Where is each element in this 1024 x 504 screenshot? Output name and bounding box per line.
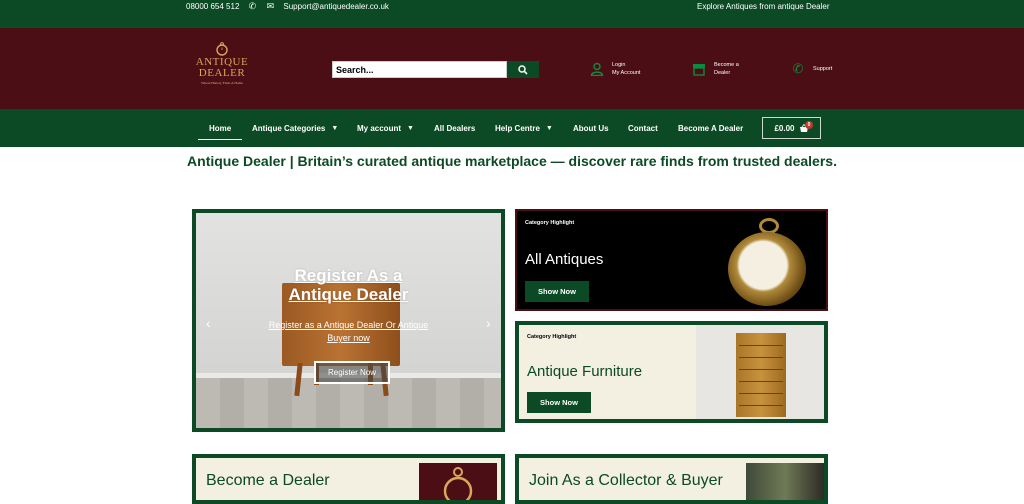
nav-home[interactable]: Home bbox=[197, 109, 243, 147]
pocket-watch-logo-icon bbox=[216, 42, 228, 56]
nav-help-centre[interactable]: Help Centre ▼ bbox=[495, 109, 553, 147]
category-card-antique-furniture: Category Highlight Antique Furniture Sho… bbox=[515, 321, 828, 423]
top-contact: 08000 654 512 ✆ ✉ Support@antiquedealer.… bbox=[186, 0, 389, 12]
phone-support-icon: ✆ bbox=[792, 61, 804, 76]
show-now-button[interactable]: Show Now bbox=[527, 392, 591, 413]
hero-slider: Register As a Antique Dealer Register as… bbox=[192, 209, 505, 432]
nav-all-dealers-label: All Dealers bbox=[434, 123, 476, 133]
card-title: Antique Furniture bbox=[527, 363, 643, 380]
hero-title-line2: Antique Dealer bbox=[288, 285, 409, 304]
nav-home-label: Home bbox=[209, 123, 232, 133]
card-title: Join As a Collector & Buyer bbox=[529, 472, 723, 489]
top-bar: 08000 654 512 ✆ ✉ Support@antiquedealer.… bbox=[0, 0, 1024, 27]
slider-next-icon[interactable]: › bbox=[486, 315, 491, 331]
logo-word-dealer: DEALER bbox=[198, 67, 246, 79]
nav-antique-categories[interactable]: Antique Categories ▼ bbox=[252, 109, 338, 147]
nav-my-account[interactable]: My account ▼ bbox=[357, 109, 414, 147]
show-now-button[interactable]: Show Now bbox=[525, 281, 589, 302]
search-input[interactable] bbox=[332, 61, 507, 78]
envelope-icon: ✉ bbox=[266, 1, 275, 11]
collector-card: Join As a Collector & Buyer bbox=[515, 454, 828, 504]
nav-my-account-label: My account bbox=[357, 123, 402, 133]
nav-about-us-label: About Us bbox=[573, 123, 609, 133]
card-title: All Antiques bbox=[525, 251, 604, 268]
search-bar bbox=[332, 61, 539, 78]
site-logo[interactable]: ANTIQUE DEALER Where History Finds A Hom… bbox=[194, 42, 250, 94]
chevron-down-icon: ▼ bbox=[331, 124, 339, 132]
user-icon bbox=[589, 61, 605, 77]
cart-button[interactable]: £0.00 0 bbox=[762, 117, 821, 139]
nav-become-a-dealer[interactable]: Become A Dealer bbox=[678, 109, 743, 147]
hero-title[interactable]: Register As a Antique Dealer bbox=[196, 266, 501, 304]
top-explore-text: Explore Antiques from antique Dealer bbox=[697, 1, 830, 11]
main-nav: Home Antique Categories ▼ My account ▼ All… bbox=[0, 109, 1024, 147]
login-link[interactable]: Login My Account bbox=[589, 61, 640, 77]
search-icon bbox=[518, 64, 528, 75]
card-title: Become a Dealer bbox=[206, 472, 330, 489]
card-kicker: Category Highlight bbox=[527, 334, 577, 340]
hero-floor-image bbox=[196, 378, 501, 428]
chest-of-drawers-image bbox=[736, 333, 786, 417]
register-now-button[interactable]: Register Now bbox=[314, 361, 390, 384]
become-a-label: Become a bbox=[714, 62, 739, 68]
support-link[interactable]: ✆ Support bbox=[790, 61, 833, 77]
hero-subtitle[interactable]: Register as a Antique Dealer Or Antique … bbox=[256, 319, 441, 345]
nav-contact-label: Contact bbox=[628, 123, 658, 133]
card-kicker: Category Highlight bbox=[525, 220, 575, 226]
login-label: Login bbox=[612, 62, 626, 68]
site-header: ANTIQUE DEALER Where History Finds A Hom… bbox=[0, 27, 1024, 109]
category-card-all-antiques: Category Highlight All Antiques Show Now bbox=[515, 209, 828, 311]
dealer-card-image bbox=[419, 463, 497, 500]
become-dealer-link[interactable]: Become a Dealer bbox=[691, 61, 739, 77]
nav-about-us[interactable]: About Us bbox=[573, 109, 609, 147]
chevron-down-icon: ▼ bbox=[545, 124, 553, 132]
chevron-down-icon: ▼ bbox=[407, 124, 414, 132]
shop-icon bbox=[691, 61, 707, 77]
cart-count-badge: 0 bbox=[805, 121, 813, 129]
pocket-watch-image bbox=[728, 232, 806, 306]
become-dealer-card: Become a Dealer bbox=[192, 454, 505, 504]
nav-contact[interactable]: Contact bbox=[628, 109, 658, 147]
nav-help-centre-label: Help Centre bbox=[495, 123, 540, 133]
my-account-label: My Account bbox=[612, 70, 641, 76]
nav-all-dealers[interactable]: All Dealers bbox=[434, 109, 475, 147]
support-email[interactable]: Support@antiquedealer.co.uk bbox=[283, 2, 389, 11]
slider-prev-icon[interactable]: ‹ bbox=[206, 315, 211, 331]
nav-become-a-dealer-label: Become A Dealer bbox=[678, 123, 744, 133]
logo-tagline: Where History Finds A Home bbox=[201, 81, 243, 85]
nav-antique-categories-label: Antique Categories bbox=[252, 123, 326, 133]
support-label: Support bbox=[813, 66, 833, 72]
phone-number[interactable]: 08000 654 512 bbox=[186, 2, 239, 11]
cart-total: £0.00 bbox=[774, 123, 795, 133]
collector-card-image bbox=[746, 463, 824, 500]
pocket-watch-icon bbox=[443, 467, 473, 500]
hero-title-line1: Register As a bbox=[294, 266, 403, 285]
dealer-label: Dealer bbox=[714, 70, 731, 76]
phone-icon: ✆ bbox=[248, 1, 257, 11]
page-tagline: Antique Dealer | Britain’s curated antiq… bbox=[187, 153, 837, 169]
search-button[interactable] bbox=[507, 61, 539, 78]
